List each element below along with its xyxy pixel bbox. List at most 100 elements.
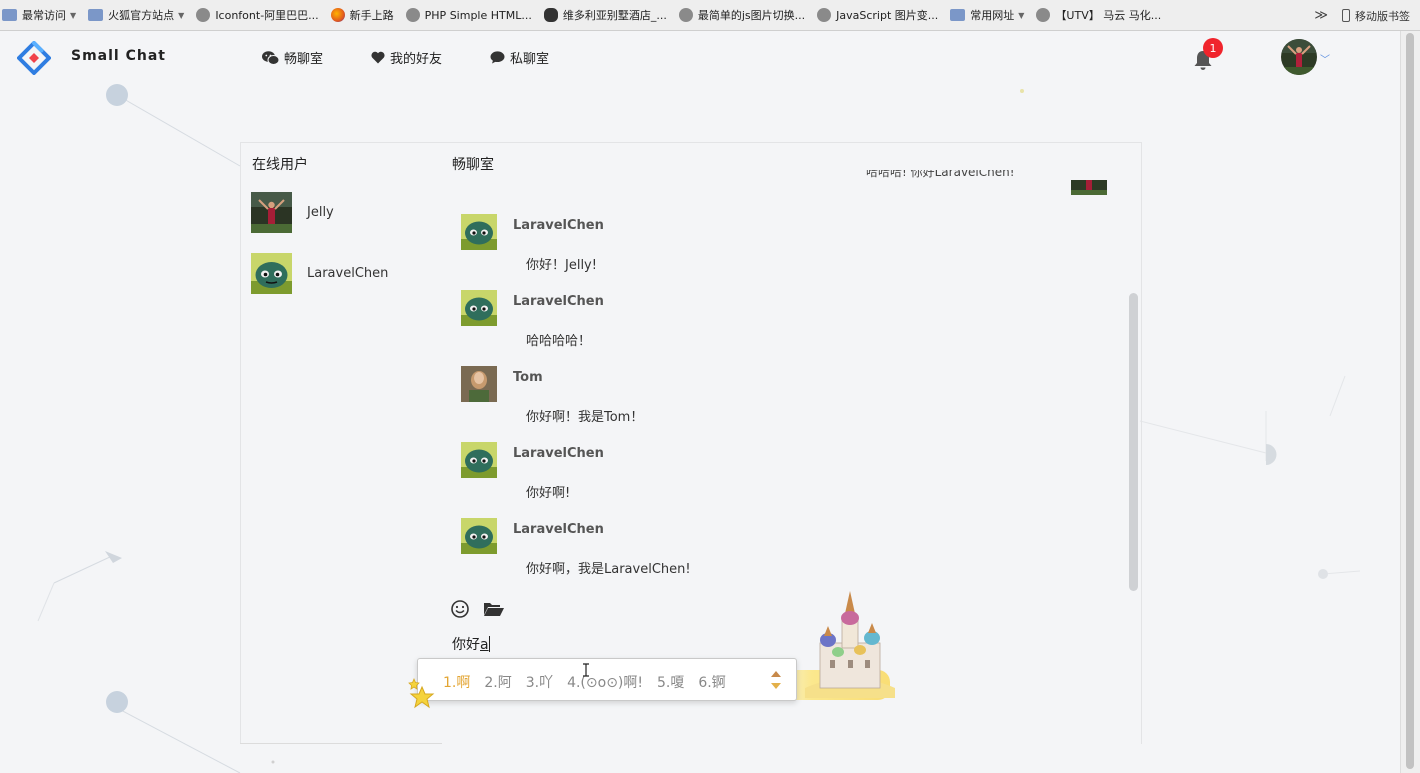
- nav-label: 我的好友: [390, 52, 443, 67]
- nav-chat-room[interactable]: 畅聊室: [262, 48, 323, 67]
- avatar[interactable]: [461, 518, 497, 554]
- bookmark-javascript-image[interactable]: JavaScript 图片变...: [815, 7, 948, 23]
- most-visited-icon: [2, 9, 17, 21]
- ime-candidate[interactable]: 1.啊: [443, 672, 470, 692]
- bookmark-most-visited[interactable]: 最常访问 ▼: [0, 7, 86, 23]
- message-sender: Tom: [513, 370, 543, 385]
- chat-scrollbar-thumb[interactable]: [1129, 293, 1138, 591]
- bookmarks-toolbar: 最常访问 ▼ 火狐官方站点 ▼ Iconfont-阿里巴巴... 新手上路 PH…: [0, 0, 1420, 31]
- input-typed-text: 你好: [452, 637, 480, 653]
- message-sender: LaravelChen: [513, 522, 604, 537]
- online-user-item[interactable]: Jelly: [251, 192, 334, 233]
- message-text: 哈哈哈哈！: [526, 334, 592, 349]
- folder-open-icon[interactable]: [483, 599, 505, 619]
- divider: [240, 743, 442, 744]
- bookmark-common-sites[interactable]: 常用网址 ▼: [948, 7, 1034, 23]
- ime-candidate[interactable]: 6.锕: [698, 672, 725, 692]
- mobile-bookmarks-link[interactable]: 移动版书签: [1355, 8, 1410, 24]
- ime-candidate-list: 1.啊 2.阿 3.吖 4.(⊙o⊙)啊! 5.嗄 6.锕: [443, 672, 740, 692]
- bookmark-getting-started[interactable]: 新手上路: [329, 7, 404, 23]
- message-sender: LaravelChen: [513, 294, 604, 309]
- globe-icon: [817, 8, 832, 22]
- bookmark-js-image-switch[interactable]: 最简单的js图片切换...: [677, 7, 815, 23]
- user-avatar[interactable]: [1281, 39, 1317, 75]
- chat-panel: [240, 142, 1142, 744]
- avatar: [251, 253, 292, 294]
- comment-icon: [490, 51, 505, 64]
- globe-icon: [405, 8, 420, 22]
- bookmark-iconfont[interactable]: Iconfont-阿里巴巴...: [194, 7, 328, 23]
- ime-page-arrows-icon[interactable]: [770, 668, 782, 692]
- bookmark-firefox-sites[interactable]: 火狐官方站点 ▼: [86, 7, 194, 23]
- bookmark-php-simple-html[interactable]: PHP Simple HTML...: [404, 8, 542, 22]
- bookmark-label: PHP Simple HTML...: [424, 8, 532, 22]
- wechat-icon: [262, 50, 279, 65]
- globe-icon: [196, 8, 211, 22]
- text-cursor-icon: [583, 663, 589, 677]
- nav-private-chat[interactable]: 私聊室: [490, 48, 549, 67]
- heart-icon: [371, 51, 385, 64]
- nav-label: 私聊室: [510, 52, 550, 67]
- online-user-name: Jelly: [307, 205, 334, 220]
- avatar: [251, 192, 292, 233]
- message-input[interactable]: 你好a: [452, 634, 490, 654]
- bookmark-label: 最常访问: [22, 9, 66, 22]
- bookmark-label: 维多利亚别墅酒店_...: [562, 9, 667, 22]
- bookmark-label: 最简单的js图片切换...: [697, 9, 806, 22]
- message-text: 你好啊!: [526, 486, 571, 501]
- tripadvisor-icon: [543, 8, 558, 22]
- firefox-icon: [330, 8, 345, 22]
- bookmark-label: 火狐官方站点: [108, 9, 175, 22]
- bookmark-victoria-villa[interactable]: 维多利亚别墅酒店_...: [542, 7, 677, 23]
- nav-label: 畅聊室: [284, 52, 324, 67]
- bookmark-label: 常用网址: [970, 9, 1015, 22]
- nav-my-friends[interactable]: 我的好友: [371, 48, 442, 67]
- message-text: 你好啊！我是Tom！: [526, 410, 644, 425]
- avatar: [1071, 180, 1107, 195]
- bookmark-utv[interactable]: 【UTV】 马云 马化...: [1034, 7, 1171, 23]
- app-header: Small Chat 畅聊室 我的好友 私聊室 1 ﹀: [0, 31, 1400, 83]
- clipped-message-text: 哈哈哈! 你好LaravelChen!: [866, 170, 1042, 185]
- chat-room-title: 畅聊室: [452, 157, 494, 173]
- folder-icon: [88, 9, 104, 21]
- window-scrollbar-thumb[interactable]: [1406, 33, 1414, 769]
- message-sender: LaravelChen: [513, 218, 604, 233]
- input-composing-text: a: [480, 637, 489, 653]
- app-logo-icon[interactable]: [17, 41, 51, 75]
- chevron-down-icon: ▼: [1018, 10, 1025, 20]
- avatar[interactable]: [461, 366, 497, 402]
- window-scrollbar[interactable]: [1400, 31, 1420, 773]
- online-users-title: 在线用户: [252, 157, 308, 173]
- main-nav: 畅聊室 我的好友 私聊室: [262, 48, 549, 67]
- mobile-icon: [1342, 9, 1350, 22]
- star-icon: [408, 677, 435, 709]
- notification-badge: 1: [1203, 38, 1223, 58]
- folder-icon: [950, 9, 966, 21]
- castle-skin-icon: [805, 591, 895, 698]
- online-user-item[interactable]: LaravelChen: [251, 253, 388, 294]
- online-user-name: LaravelChen: [307, 266, 389, 281]
- bookmarks-overflow: ≫ 移动版书签: [1314, 0, 1410, 31]
- chevron-down-icon: ▼: [70, 10, 77, 20]
- ime-candidate[interactable]: 4.(⊙o⊙)啊!: [567, 672, 643, 692]
- bookmark-label: 【UTV】 马云 马化...: [1055, 9, 1162, 22]
- avatar[interactable]: [461, 214, 497, 250]
- emoji-icon[interactable]: [450, 599, 470, 619]
- more-bookmarks-button[interactable]: ≫: [1314, 8, 1328, 23]
- ime-candidate[interactable]: 2.阿: [484, 672, 511, 692]
- globe-icon: [678, 8, 693, 22]
- message-text: 哈哈哈! 你好LaravelChen!: [866, 170, 1015, 179]
- ime-candidate[interactable]: 3.吖: [526, 672, 553, 692]
- bookmark-label: 新手上路: [349, 9, 394, 22]
- message-sender: LaravelChen: [513, 446, 604, 461]
- message-text: 你好啊，我是LaravelChen!: [526, 562, 691, 577]
- avatar[interactable]: [461, 442, 497, 478]
- ime-candidate[interactable]: 5.嗄: [657, 672, 684, 692]
- chevron-down-icon: ▼: [178, 10, 185, 20]
- bookmark-label: Iconfont-阿里巴巴...: [215, 9, 319, 22]
- text-caret: [488, 636, 490, 652]
- bookmark-label: JavaScript 图片变...: [836, 9, 939, 22]
- chevron-down-icon[interactable]: ﹀: [1320, 51, 1330, 66]
- message-text: 你好！Jelly!: [526, 258, 597, 273]
- avatar[interactable]: [461, 290, 497, 326]
